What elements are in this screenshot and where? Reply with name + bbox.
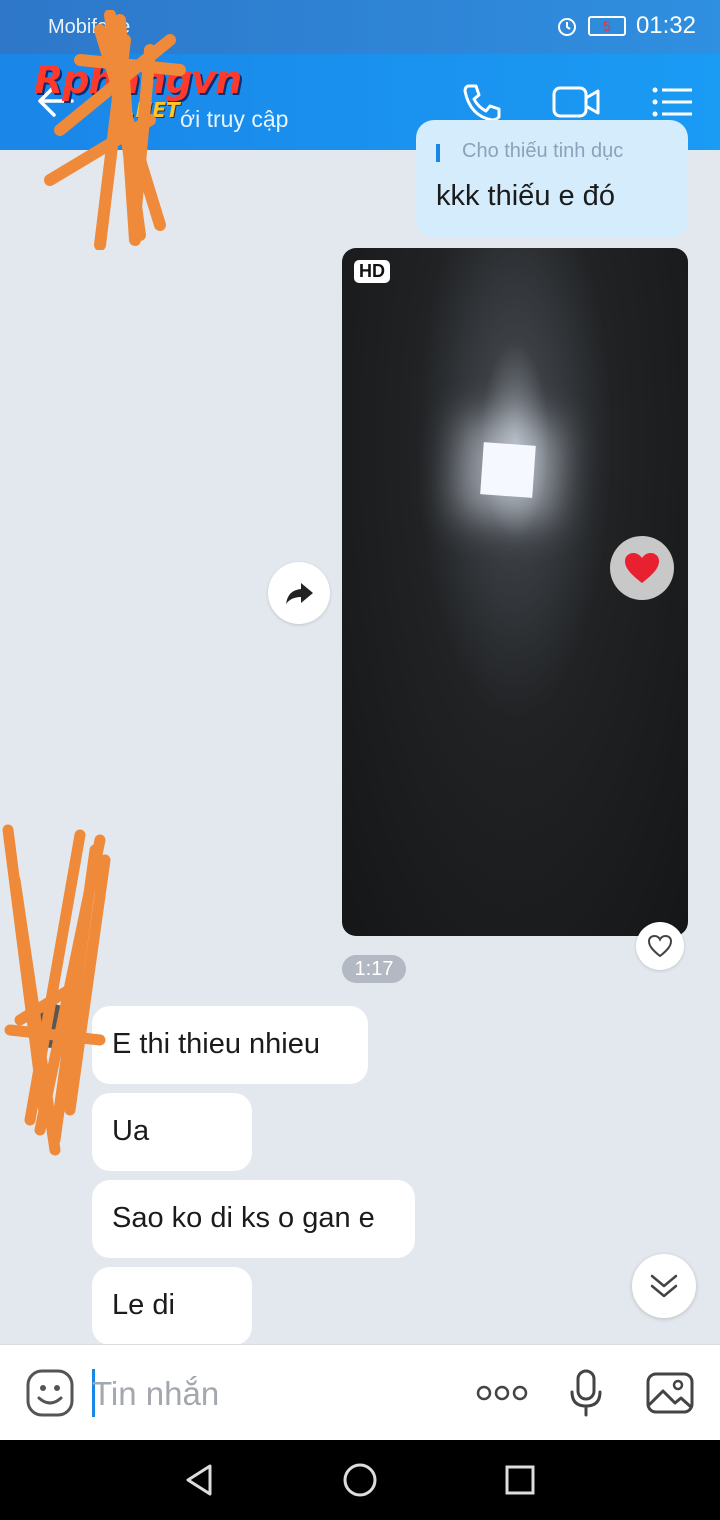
heart-icon <box>625 553 659 583</box>
heart-outline-icon <box>647 934 673 958</box>
forward-arrow-icon <box>286 583 313 604</box>
video-duration: 1:17 <box>342 955 406 983</box>
back-nav-icon[interactable] <box>180 1460 220 1500</box>
voice-button[interactable] <box>558 1365 614 1421</box>
message-input-bar: Tin nhắn <box>0 1344 720 1440</box>
image-icon <box>646 1372 694 1414</box>
incoming-message[interactable]: Le di <box>92 1267 252 1345</box>
scroll-to-bottom-button[interactable] <box>632 1254 696 1318</box>
system-nav-bar <box>0 1440 720 1520</box>
sticker-icon <box>26 1369 74 1417</box>
home-nav-icon[interactable] <box>340 1460 380 1500</box>
header-overlay <box>0 0 720 150</box>
more-options-button[interactable] <box>474 1365 530 1421</box>
incoming-message[interactable]: Sao ko di ks o gan e <box>92 1180 415 1258</box>
share-button[interactable] <box>268 562 330 624</box>
emoji-button[interactable] <box>22 1365 78 1421</box>
message-input[interactable]: Tin nhắn <box>92 1375 219 1413</box>
message-text: kkk thiếu e đó <box>436 180 615 212</box>
incoming-message[interactable]: E thi thieu nhieu <box>92 1006 368 1084</box>
video-light <box>480 442 536 498</box>
heart-reaction[interactable] <box>610 536 674 600</box>
microphone-icon <box>570 1369 602 1417</box>
double-chevron-down-icon <box>650 1274 678 1298</box>
gallery-button[interactable] <box>642 1365 698 1421</box>
more-dots-icon <box>476 1385 528 1401</box>
hd-badge: HD <box>354 260 390 283</box>
like-button[interactable] <box>636 922 684 970</box>
recents-nav-icon[interactable] <box>500 1460 540 1500</box>
avatar[interactable] <box>30 1004 74 1048</box>
incoming-message[interactable]: Ua <box>92 1093 252 1171</box>
